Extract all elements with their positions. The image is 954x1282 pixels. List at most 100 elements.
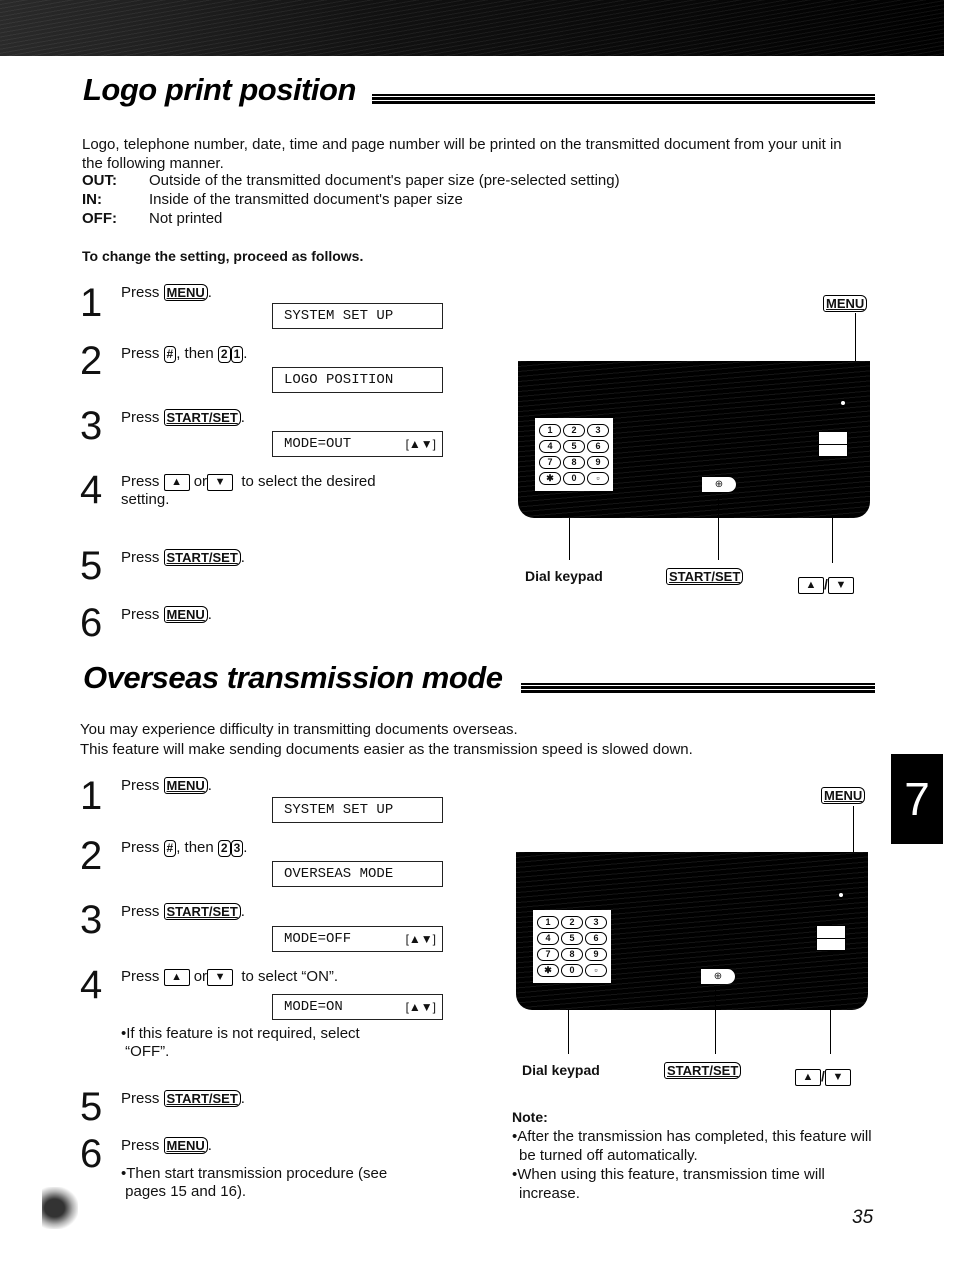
key-hash: ▫ [585, 964, 607, 977]
start-button-icon: ⊕ [702, 477, 736, 492]
step-6-bullet: •Then start transmission procedure (see … [121, 1165, 388, 1200]
up-down-keys-icon [818, 431, 848, 457]
proceed-instruction: To change the setting, proceed as follow… [82, 248, 364, 264]
step-number: 6 [80, 601, 103, 645]
menu-key: MENU [163, 284, 208, 301]
callout-line [855, 313, 856, 363]
step-6-text: Press MENU. [121, 1137, 212, 1154]
key-8: 8 [563, 456, 585, 469]
lcd-display: MODE=ON [▲▼] [272, 994, 443, 1020]
digit-key: 2 [217, 840, 231, 857]
step-5-text: Press START/SET. [121, 1090, 245, 1107]
callout-line [569, 518, 570, 560]
note-box: Note: •After the transmission has comple… [512, 1108, 882, 1203]
step-4-text: Press ▲ or ▼ to select the desired settin… [121, 473, 376, 508]
up-arrow-key: ▲ [163, 473, 190, 491]
callout-line [832, 518, 833, 563]
menu-callout: MENU [823, 295, 868, 312]
step-3-text: Press START/SET. [121, 409, 245, 426]
step-number: 4 [80, 468, 103, 512]
indicator-light [839, 893, 843, 897]
step-number: 4 [80, 963, 103, 1007]
menu-key: MENU [163, 777, 208, 794]
lcd-display: LOGO POSITION [272, 367, 443, 393]
key-0: 0 [563, 472, 585, 485]
hash-key: # [163, 346, 177, 363]
key-2: 2 [561, 916, 583, 929]
page-number: 35 [852, 1207, 874, 1228]
scan-artifact [42, 1187, 78, 1229]
lcd-display: OVERSEAS MODE [272, 861, 443, 887]
intro-text-1: You may experience difficulty in transmi… [80, 721, 518, 738]
menu-key: MENU [163, 1137, 208, 1154]
callout-line [715, 990, 716, 1054]
option-off: OFF: Not printed [82, 210, 223, 227]
step-5-text: Press START/SET. [121, 549, 245, 566]
header-banner [0, 0, 944, 56]
step-2-text: Press #, then 21. [121, 345, 248, 363]
step-2-text: Press #, then 23. [121, 839, 248, 857]
title-rule [521, 683, 875, 693]
note-bullet: •After the transmission has completed, t… [512, 1128, 872, 1164]
dial-keypad: 1 2 3 4 5 6 7 8 9 ✱ 0 ▫ [535, 418, 613, 491]
lcd-display: MODE=OFF [▲▼] [272, 926, 443, 952]
key-6: 6 [585, 932, 607, 945]
key-star: ✱ [537, 964, 559, 977]
key-4: 4 [537, 932, 559, 945]
lcd-display: MODE=OUT [▲▼] [272, 431, 443, 457]
lcd-display: SYSTEM SET UP [272, 797, 443, 823]
step-6-text: Press MENU. [121, 606, 212, 623]
key-7: 7 [537, 948, 559, 961]
section-title-overseas-transmission-mode: Overseas transmission mode [83, 660, 503, 695]
key-hash: ▫ [587, 472, 609, 485]
menu-callout: MENU [821, 787, 866, 804]
option-list: OUT: Outside of the transmitted document'… [82, 171, 620, 228]
step-number: 3 [80, 404, 103, 448]
start-set-label: START/SET [664, 1062, 742, 1079]
step-number: 6 [80, 1132, 103, 1176]
fax-control-panel-illustration: 1 2 3 4 5 6 7 8 9 ✱ 0 ▫ ⊕ [518, 361, 870, 518]
intro-text: Logo, telephone number, date, time and p… [82, 136, 842, 172]
step-number: 2 [80, 339, 103, 383]
key-7: 7 [539, 456, 561, 469]
start-set-key: START/SET [163, 549, 241, 566]
step-number: 1 [80, 281, 103, 325]
key-8: 8 [561, 948, 583, 961]
key-9: 9 [587, 456, 609, 469]
key-5: 5 [563, 440, 585, 453]
callout-line [568, 1010, 569, 1054]
callout-line [718, 495, 719, 560]
key-6: 6 [587, 440, 609, 453]
step-number: 5 [80, 1085, 103, 1129]
step-1-text: Press MENU. [121, 777, 212, 794]
key-1: 1 [537, 916, 559, 929]
dial-keypad: 1 2 3 4 5 6 7 8 9 ✱ 0 ▫ [533, 910, 611, 983]
key-9: 9 [585, 948, 607, 961]
key-3: 3 [587, 424, 609, 437]
digit-key: 1 [230, 346, 244, 363]
chapter-tab: 7 [891, 754, 943, 844]
title-rule [372, 94, 875, 104]
up-arrow-key: ▲ [163, 968, 190, 986]
callout-line [853, 806, 854, 854]
note-title: Note: [512, 1109, 548, 1125]
up-down-label: ▲ / ▼ [798, 576, 854, 594]
start-set-key: START/SET [163, 903, 241, 920]
callout-line [830, 1010, 831, 1054]
down-arrow-key: ▼ [207, 473, 234, 491]
key-5: 5 [561, 932, 583, 945]
start-set-key: START/SET [163, 1090, 241, 1107]
lcd-display: SYSTEM SET UP [272, 303, 443, 329]
start-set-key: START/SET [163, 409, 241, 426]
option-in: IN: Inside of the transmitted document's … [82, 191, 463, 208]
up-down-label: ▲ / ▼ [795, 1068, 851, 1086]
step-number: 3 [80, 898, 103, 942]
key-0: 0 [561, 964, 583, 977]
menu-key: MENU [163, 606, 208, 623]
key-star: ✱ [539, 472, 561, 485]
start-set-label: START/SET [666, 568, 744, 585]
step-number: 2 [80, 834, 103, 878]
fax-control-panel-illustration: 1 2 3 4 5 6 7 8 9 ✱ 0 ▫ ⊕ [516, 852, 868, 1010]
down-arrow-key: ▼ [207, 968, 234, 986]
step-3-text: Press START/SET. [121, 903, 245, 920]
